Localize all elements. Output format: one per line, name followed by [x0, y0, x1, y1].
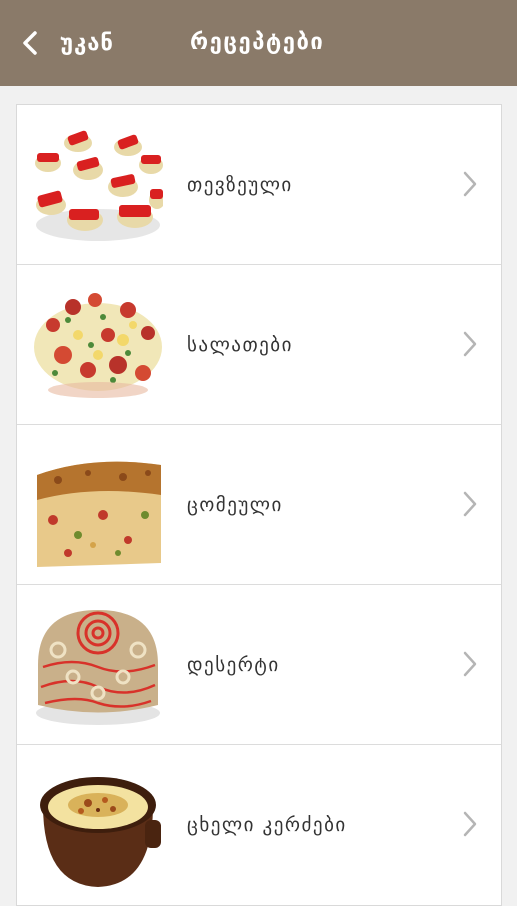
salad-plate-image — [34, 293, 162, 398]
back-label: უკან — [60, 30, 114, 56]
chevron-left-icon — [23, 31, 37, 55]
list-item-category[interactable]: ცომეული — [17, 425, 501, 585]
category-label: სალათები — [187, 334, 293, 356]
chevron-right-icon — [463, 651, 477, 677]
category-label: ცომეული — [187, 494, 283, 516]
chevron-right-icon — [463, 491, 477, 517]
chevron-right-icon — [463, 331, 477, 357]
pie-slice-image — [37, 461, 161, 567]
category-label: ცხელი კერძები — [187, 814, 347, 836]
app-header: უკან რეცეპტები — [0, 0, 517, 86]
chevron-right-icon — [463, 811, 477, 837]
canape-plate-image — [35, 130, 163, 241]
category-list: თევზეული სალათები ცომეული დესერტი ცხელი … — [16, 104, 502, 906]
list-item-category[interactable]: ცხელი კერძები — [17, 745, 501, 905]
category-label: დესერტი — [187, 654, 280, 676]
list-item-category[interactable]: სალათები — [17, 265, 501, 425]
list-item-category[interactable]: დესერტი — [17, 585, 501, 745]
category-label: თევზეული — [187, 174, 293, 196]
chevron-right-icon — [463, 171, 477, 197]
page-title: რეცეპტები — [190, 30, 325, 55]
clay-pot-dish-image — [40, 777, 161, 887]
list-item-category[interactable]: თევზეული — [17, 105, 501, 265]
dessert-cake-image — [36, 610, 160, 725]
back-button[interactable]: უკან — [20, 0, 114, 86]
